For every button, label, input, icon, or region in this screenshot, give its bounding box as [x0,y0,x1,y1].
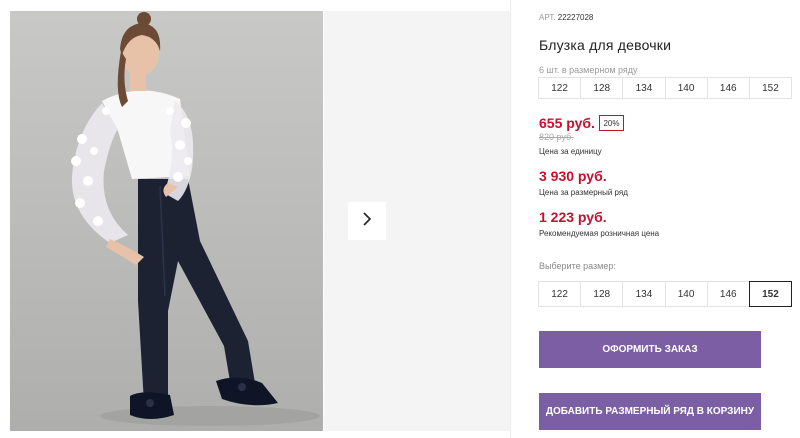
size-row-cell: 134 [622,77,666,99]
old-price: 820 руб. [539,132,574,142]
size-option[interactable]: 134 [622,281,666,307]
row-price-note: Цена за размерный ряд [539,188,628,197]
product-gallery [10,11,510,431]
choose-size-label: Выберите размер: [539,261,616,271]
row-price: 3 930 руб. [539,168,607,184]
retail-price: 1 223 руб. [539,209,607,225]
size-picker: 122 128 134 140 146 152 [538,281,793,307]
product-photo[interactable] [10,11,323,431]
size-option[interactable]: 146 [706,281,750,307]
size-option-selected[interactable]: 152 [748,281,793,307]
chevron-right-icon [361,211,373,232]
next-image-button[interactable] [348,202,386,240]
product-title: Блузка для девочки [539,37,672,53]
size-row-label: 6 шт. в размерном ряду [539,65,638,75]
size-option[interactable]: 122 [538,281,582,307]
article-value: 22227028 [557,13,594,22]
size-option[interactable]: 140 [664,281,708,307]
size-row-cell: 122 [538,77,582,99]
unit-price: 655 руб. [539,115,595,131]
add-size-row-to-cart-button[interactable]: ДОБАВИТЬ РАЗМЕРНЫЙ РЯД В КОРЗИНУ [539,393,761,430]
size-row-cell: 146 [706,77,750,99]
retail-price-note: Рекомендуемая розничная цена [539,229,660,238]
girl-illustration [71,12,320,426]
article-number: АРТ. 22227028 [539,13,593,22]
size-row-cell: 128 [580,77,624,99]
size-row-table: 122 128 134 140 146 152 [538,77,793,99]
size-option[interactable]: 128 [580,281,624,307]
column-divider [510,0,511,438]
unit-price-note: Цена за единицу [539,147,602,156]
discount-badge: 20% [599,115,624,131]
article-label: АРТ. [539,13,556,22]
size-row-cell: 152 [748,77,793,99]
size-row-cell: 140 [664,77,708,99]
place-order-button[interactable]: ОФОРМИТЬ ЗАКАЗ [539,331,761,368]
